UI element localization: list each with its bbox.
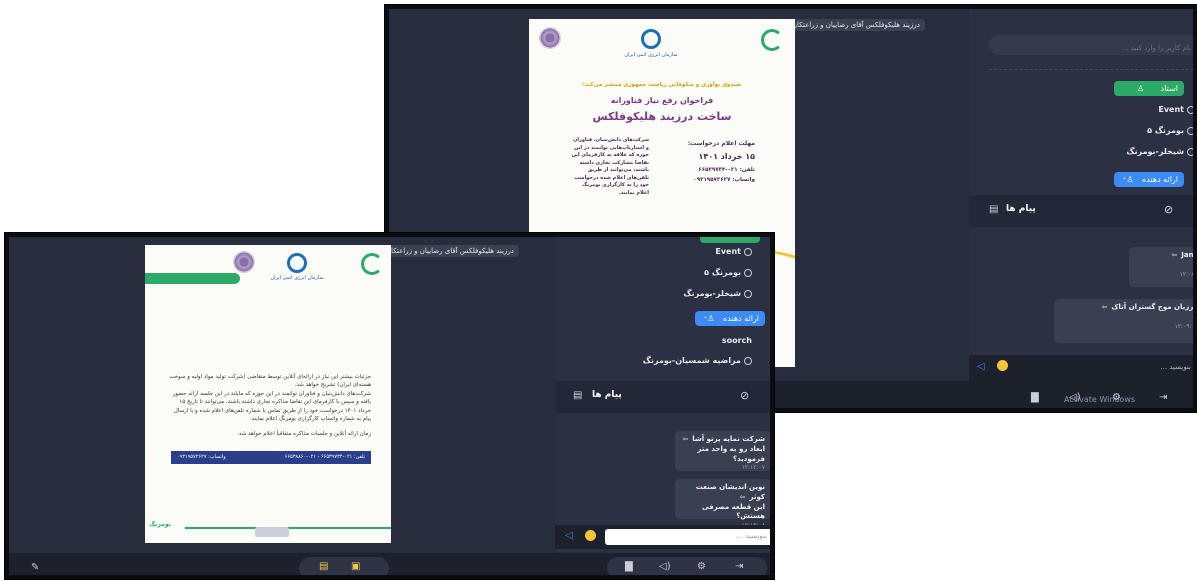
divider (989, 69, 1193, 70)
messages-title: پیام ها (592, 390, 622, 400)
folder-icon[interactable]: ▇ (1031, 393, 1039, 403)
exit-icon[interactable]: ⇥ (1159, 393, 1167, 403)
chat-input-bar: ◁ بنویسید ... (555, 525, 770, 549)
send-icon[interactable]: ◁ (565, 530, 573, 541)
bullet-3: زمان ارائه آنلاین و جلسات مذاکره متعاقبا… (236, 431, 371, 437)
participant-marziyeh[interactable]: مراضیه شمسیان-بومرنگ (643, 356, 752, 365)
reply-icon: ⇦ (739, 492, 746, 501)
zoom-controls[interactable] (255, 527, 289, 537)
deadline-label: مهلت اعلام درخواست: (687, 140, 755, 147)
bullet-1: جزئیات بیشتر این نیاز در ارائه‌ای آنلاین… (169, 374, 371, 389)
gear-icon (1187, 105, 1193, 114)
notes-icon[interactable]: ▤ (319, 562, 328, 572)
whiteboard-icon[interactable]: ▣ (351, 562, 360, 572)
activate-windows-text: Activate Windows (1064, 395, 1136, 404)
add-user-icon: ♙⁺ (1122, 175, 1134, 184)
message-namayeh: شرکت نماپه پرتو آشا⇦ ابعاد رو به واحد مت… (675, 431, 770, 471)
chat-icon: ▤ (573, 390, 583, 401)
message-marzban: مرزبان موج گستران آتاک⇦ + ۱۲:۰۹:۰۴ (1054, 299, 1193, 343)
atomic-logo (641, 29, 661, 49)
participant-event[interactable]: Event (1158, 105, 1193, 114)
fund-line: صندوق نوآوری و شکوفایی ریاست جمهوری منتش… (582, 82, 742, 88)
participant-boomerang5[interactable]: بومرنگ ۵ (1147, 126, 1193, 135)
presenter-button[interactable]: ارائه دهنده ♙⁺ (695, 311, 765, 326)
seal-logo (539, 27, 561, 49)
seal-logo (233, 251, 255, 273)
messages-header: پیام ها ▤ ⊘ (969, 195, 1193, 227)
contact-phone: تلفن: ۰۲۱-۶۶۵۳۹۷۳۴ - ۰۲۱-۶۶۵۳۸۸۶۰ (284, 454, 365, 460)
chat-input[interactable]: بنویسید ... (605, 529, 770, 545)
reply-icon: ⇦ (1171, 251, 1178, 259)
gear-icon (1187, 126, 1193, 135)
participant-event[interactable]: Event (715, 247, 752, 256)
messages-header: پیام ها ▤ ⊘ (555, 381, 770, 413)
contact-bar: تلفن: ۰۲۱-۶۶۵۳۹۷۳۴ - ۰۲۱-۶۶۵۳۸۸۶۰ واتساپ… (171, 451, 371, 464)
mute-bell-icon[interactable]: ⊘ (740, 389, 749, 402)
green-header-bar (145, 273, 240, 284)
participant-sheikhler[interactable]: شیخلر-بومرنگ (683, 289, 752, 298)
gear-icon (744, 289, 752, 298)
green-logo (361, 253, 383, 275)
emoji-icon[interactable] (585, 530, 596, 541)
atomic-logo (287, 253, 307, 273)
exit-icon[interactable]: ⇥ (735, 562, 743, 572)
pdf-title: درزیند هلیکوفلکس آقای رضاییان و زراعتکار… (775, 19, 925, 31)
pdf-title: درزیند هلیکوفلکس آقای رضاییان و زراعتکار… (369, 245, 519, 257)
document-page: سازمان انرژی اتمی ایران جزئیات بیشتر این… (145, 245, 391, 543)
gear-icon (1187, 147, 1193, 156)
user-icon: ♙ (1136, 84, 1145, 93)
front-screenshot: درزیند هلیکوفلکس آقای رضاییان و زراعتکار… (5, 233, 774, 579)
contact-whatsapp: واتساپ: ۰۹۳۱۹۵۷۲۶۲۷ (177, 454, 226, 460)
whatsapp: واتساپ: ۰۹۳۱۹۵۷۲۶۲۷ (693, 177, 755, 183)
toolbar-center-group (299, 557, 389, 575)
add-user-icon: ♙⁺ (703, 314, 715, 323)
right-sidebar: Event بومرنگ ۵ شیخلر-بومرنگ ارائه دهنده … (555, 237, 770, 575)
settings-icon[interactable]: ⚙ (697, 562, 706, 572)
gear-icon (744, 356, 752, 365)
emoji-icon[interactable] (997, 360, 1008, 371)
folder-icon[interactable]: ▇ (625, 562, 633, 572)
reply-icon: ⇦ (1101, 303, 1108, 311)
chat-input-bar: ◁ بنویسید ... (969, 355, 1193, 381)
bottom-toolbar: ✎ ▤ ▣ ▇ ◁) ⚙ ⇥ (9, 553, 770, 575)
reply-icon: ⇦ (682, 435, 689, 443)
phone: تلفن: ۰۲۱-۶۶۵۳۹۷۳۴ (698, 167, 755, 173)
deadline: ۱۵ خرداد ۱۴۰۱ (698, 152, 755, 161)
subject-title: ساخت درزیند هلیکوفلکس (592, 110, 732, 123)
presenter-button[interactable]: ارائه دهنده ♙⁺ (1114, 172, 1184, 187)
call-title: فراخوان رفع نیاز فناورانه (610, 96, 714, 105)
gear-icon (744, 268, 752, 277)
message-novin: نوین اندیشان صنعت کوثر⇦ این قطعه مصرفی ه… (675, 479, 770, 529)
send-icon[interactable]: ◁ (977, 361, 985, 372)
org-name: سازمان انرژی اتمی ایران (624, 52, 678, 58)
participant-boomerang5[interactable]: بومرنگ ۵ (704, 268, 752, 277)
teacher-badge[interactable]: استاد ♙ (1114, 81, 1184, 96)
chat-input[interactable]: بنویسید ... (1017, 360, 1193, 376)
user-search[interactable] (989, 35, 1193, 58)
org-name: سازمان انرژی اتمی ایران (270, 275, 324, 281)
left-text: شرکت‌های دانش‌بنیان، فناوران و استارتاپ‌… (571, 137, 649, 196)
message-jamal: Jamal⇦ + ۱۲:۰۸:۵۸ (1129, 247, 1193, 287)
chat-icon: ▤ (989, 204, 999, 215)
mute-bell-icon[interactable]: ⊘ (1164, 203, 1173, 216)
participant-soorch[interactable]: soorch (722, 336, 752, 345)
pen-icon[interactable]: ✎ (31, 563, 39, 573)
boomerang-logo: بومرنگ (149, 521, 171, 528)
messages-title: پیام ها (1006, 204, 1036, 214)
green-badge (700, 237, 760, 243)
volume-icon[interactable]: ◁) (659, 562, 671, 572)
green-logo (761, 29, 783, 51)
participant-sheikhler[interactable]: شیخلر-بومرنگ (1126, 147, 1193, 156)
user-search-input[interactable] (989, 38, 1193, 58)
gear-icon (744, 247, 752, 256)
bullet-2: شرکت‌های دانش‌بنیان و فناوران توانمند در… (172, 391, 371, 422)
settings-icon[interactable]: ⚙ (1112, 393, 1121, 403)
right-sidebar: استاد ♙ Event بومرنگ ۵ شیخلر-بومرنگ ارائ… (969, 9, 1193, 408)
